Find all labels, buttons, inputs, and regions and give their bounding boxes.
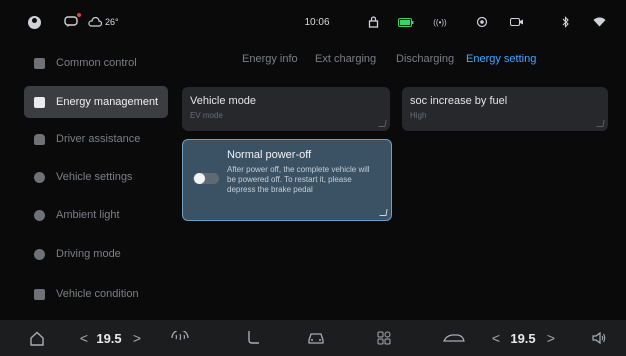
- car-climate-icon[interactable]: [441, 328, 467, 348]
- soc-increase-card[interactable]: soc increase by fuel High: [402, 87, 608, 131]
- expand-corner-icon: [378, 120, 387, 127]
- sidebar-item-vehicle-settings[interactable]: Vehicle settings: [24, 161, 168, 193]
- lock-icon[interactable]: [366, 14, 380, 30]
- tab-discharging[interactable]: Discharging: [396, 53, 454, 65]
- normal-power-off-description: After power off, the complete vehicle wi…: [227, 165, 370, 194]
- vehicle-condition-icon: [34, 288, 45, 300]
- vehicle-mode-title: Vehicle mode: [190, 95, 257, 107]
- cloud-icon: [88, 17, 102, 27]
- common-control-icon: [34, 57, 45, 69]
- power-off-toggle[interactable]: [193, 173, 219, 184]
- sidebar-item-common-control[interactable]: Common control: [24, 47, 168, 79]
- light-bulb-icon: [34, 209, 45, 221]
- battery-charge-icon: [34, 96, 45, 108]
- status-bar: 26° 10:06 ((•)): [0, 0, 626, 46]
- clock: 10:06: [304, 16, 330, 28]
- right-temp-decrease-button[interactable]: <: [490, 328, 502, 348]
- expand-corner-icon: [596, 120, 605, 127]
- normal-power-off-title: Normal power-off: [227, 149, 312, 161]
- apps-grid-icon[interactable]: [375, 328, 393, 348]
- left-temp-value: 19.5: [96, 330, 122, 346]
- profile-avatar[interactable]: [27, 14, 41, 30]
- weather-temp: 26°: [88, 14, 132, 30]
- left-temp-decrease-button[interactable]: <: [78, 328, 90, 348]
- signal-broadcast-icon: ((•)): [433, 17, 447, 27]
- vehicle-mode-card[interactable]: Vehicle mode EV mode: [182, 87, 390, 131]
- vehicle-mode-value: EV mode: [190, 111, 223, 120]
- vehicle-icon[interactable]: [306, 328, 326, 348]
- normal-power-off-card[interactable]: Normal power-off After power off, the co…: [182, 139, 392, 221]
- soc-increase-value: High: [410, 111, 427, 120]
- seat-icon[interactable]: [244, 328, 262, 348]
- settings-gear-icon: [34, 171, 45, 183]
- camera-icon: [509, 14, 525, 30]
- car-icon: [34, 133, 45, 145]
- defrost-icon[interactable]: [170, 328, 190, 348]
- soc-increase-title: soc increase by fuel: [410, 95, 508, 107]
- sidebar-item-energy-management[interactable]: Energy management: [24, 86, 168, 118]
- sidebar-item-driving-mode[interactable]: Driving mode: [24, 238, 168, 270]
- tab-ext-charging[interactable]: Ext charging: [315, 53, 376, 65]
- message-icon[interactable]: [63, 13, 81, 30]
- right-temp-value: 19.5: [510, 330, 536, 346]
- sidebar-item-vehicle-condition[interactable]: Vehicle condition: [24, 278, 168, 310]
- tab-energy-setting[interactable]: Energy setting: [466, 53, 536, 65]
- sidebar-item-ambient-light[interactable]: Ambient light: [24, 199, 168, 231]
- location-icon: [475, 14, 489, 30]
- wifi-icon: [592, 14, 606, 30]
- steering-wheel-icon: [34, 248, 45, 260]
- battery-icon: [397, 14, 415, 30]
- right-temp-increase-button[interactable]: >: [545, 328, 557, 348]
- sidebar-item-driver-assistance[interactable]: Driver assistance: [24, 123, 168, 155]
- bluetooth-icon: [560, 14, 572, 30]
- tab-energy-info[interactable]: Energy info: [242, 53, 298, 65]
- left-temp-increase-button[interactable]: >: [131, 328, 143, 348]
- expand-corner-icon: [379, 209, 388, 216]
- volume-icon[interactable]: [590, 328, 608, 348]
- home-icon[interactable]: [28, 328, 46, 348]
